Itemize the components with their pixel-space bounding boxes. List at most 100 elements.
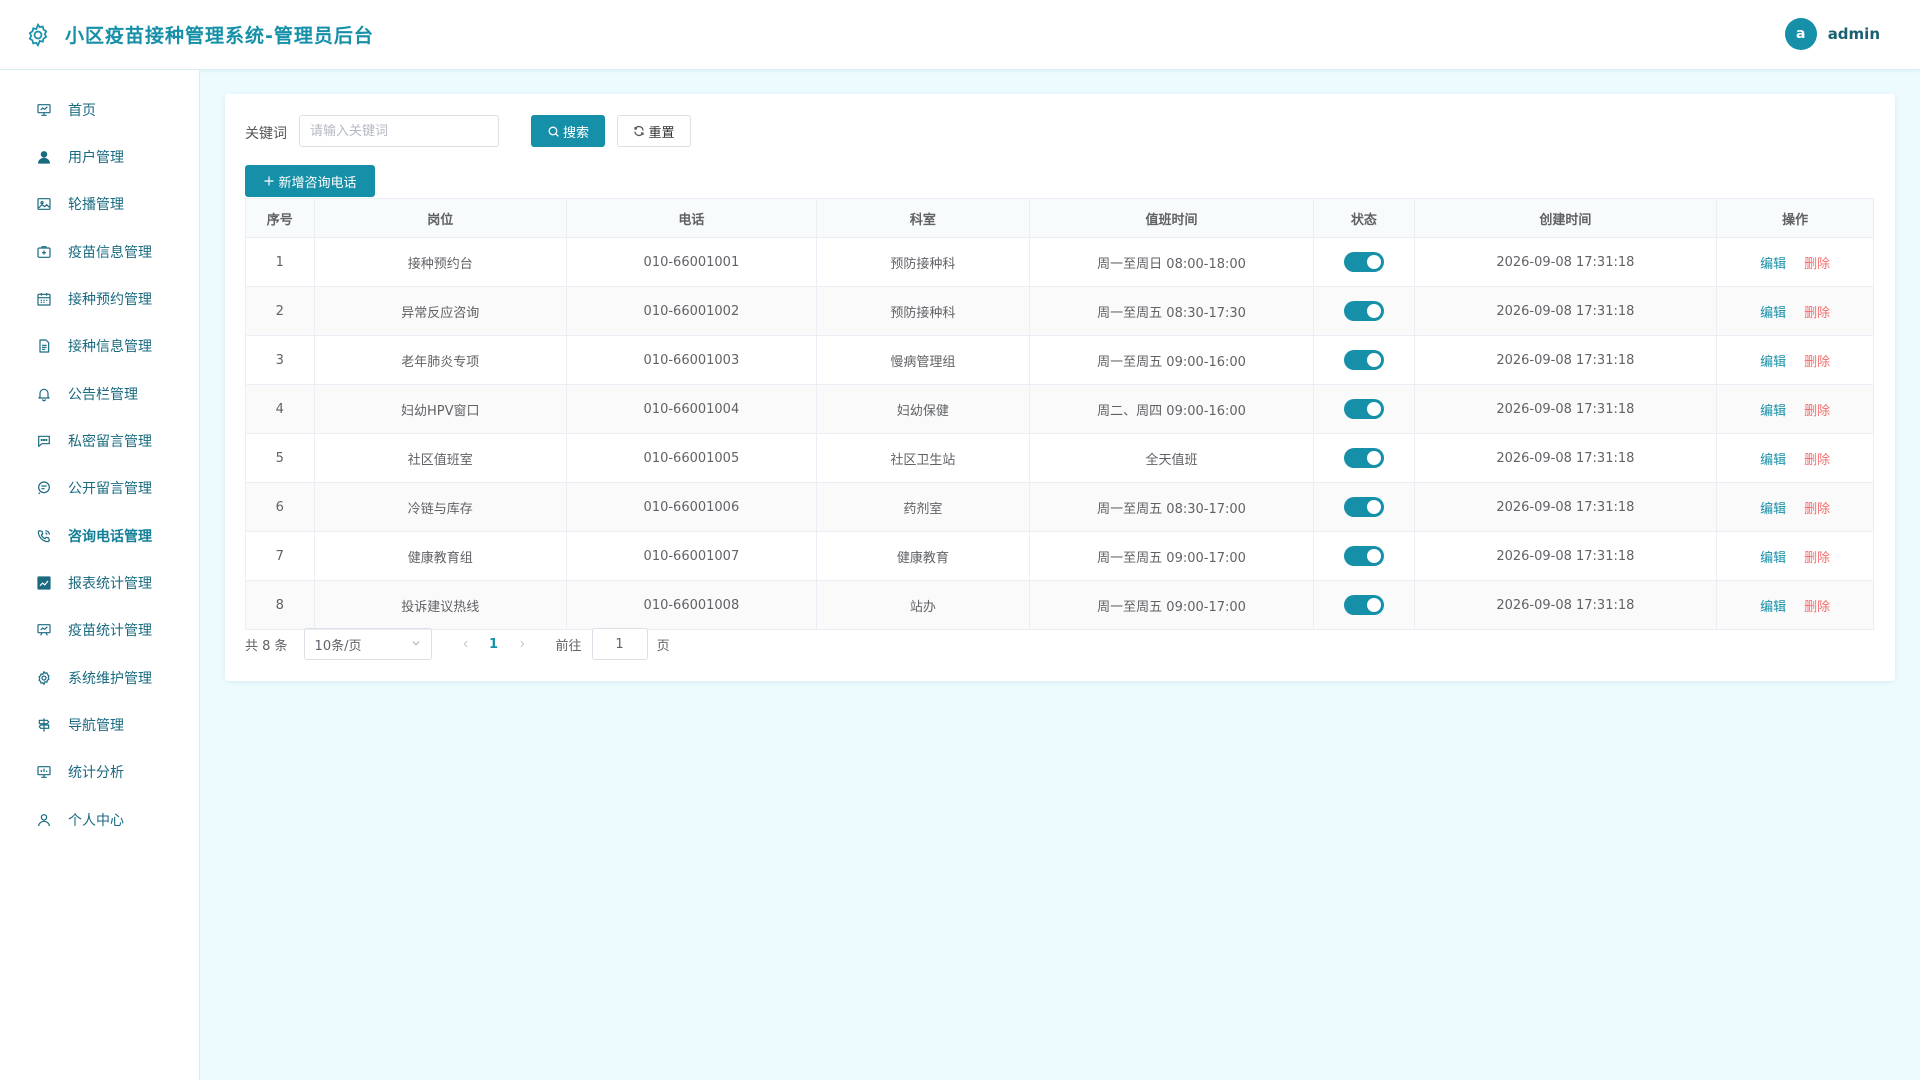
sidebar-item-label: 轮播管理 <box>68 197 124 213</box>
reset-button[interactable]: 重置 <box>617 115 691 147</box>
sidebar-item-13[interactable]: 系统维护管理 <box>0 658 200 698</box>
cell-post: 接种预约台 <box>313 237 567 287</box>
cell-status <box>1313 286 1415 336</box>
edit-button[interactable]: 编辑 <box>1760 551 1786 566</box>
prev-page-button[interactable] <box>454 639 478 649</box>
reset-button-label: 重置 <box>648 125 675 141</box>
toggle-knob <box>1366 598 1381 612</box>
sidebar-item-14[interactable]: 导航管理 <box>0 705 200 745</box>
delete-button[interactable]: 删除 <box>1804 257 1830 272</box>
user-menu[interactable]: a admin <box>1784 18 1880 50</box>
cell-dept: 慢病管理组 <box>815 335 1030 385</box>
sidebar-item-15[interactable]: 统计分析 <box>0 752 200 792</box>
status-toggle[interactable] <box>1343 595 1384 615</box>
page-number-current[interactable]: 1 <box>478 637 510 652</box>
delete-button[interactable]: 删除 <box>1804 453 1830 468</box>
sidebar-item-2[interactable]: 用户管理 <box>0 137 200 177</box>
total-count: 共 8 条 <box>245 638 288 654</box>
page-size-select[interactable]: 10条/页 <box>303 628 432 660</box>
user-outline-icon <box>36 812 52 828</box>
add-phone-button[interactable]: 新增咨询电话 <box>245 165 375 197</box>
status-toggle[interactable] <box>1343 252 1384 272</box>
chat-lines-icon <box>36 480 52 496</box>
cell-dept: 药剂室 <box>815 482 1030 532</box>
edit-button[interactable]: 编辑 <box>1760 257 1786 272</box>
medical-box-icon <box>36 244 52 260</box>
column-header: 创建时间 <box>1413 198 1718 238</box>
toggle-knob <box>1366 549 1381 563</box>
cell-created: 2026-09-08 17:31:18 <box>1413 384 1718 434</box>
status-toggle[interactable] <box>1343 546 1384 566</box>
cell-post: 妇幼HPV窗口 <box>313 384 567 434</box>
edit-button[interactable]: 编辑 <box>1760 453 1786 468</box>
status-toggle[interactable] <box>1343 399 1384 419</box>
status-toggle[interactable] <box>1343 497 1384 517</box>
sidebar-item-8[interactable]: 私密留言管理 <box>0 421 200 461</box>
gear-icon <box>25 22 51 48</box>
cell-duty: 周一至周五 09:00-17:00 <box>1028 531 1315 581</box>
presentation-chart-icon <box>36 102 52 118</box>
delete-button[interactable]: 删除 <box>1804 306 1830 321</box>
cell-index: 7 <box>245 531 315 581</box>
delete-button[interactable]: 删除 <box>1804 600 1830 615</box>
line-chart-icon <box>36 575 52 591</box>
sidebar-item-label: 公开留言管理 <box>68 481 152 497</box>
delete-button[interactable]: 删除 <box>1804 551 1830 566</box>
status-toggle[interactable] <box>1343 301 1384 321</box>
cell-phone: 010-66001008 <box>565 580 817 630</box>
status-toggle[interactable] <box>1343 448 1384 468</box>
sidebar-item-16[interactable]: 个人中心 <box>0 800 200 840</box>
cell-status <box>1313 433 1415 483</box>
cell-created: 2026-09-08 17:31:18 <box>1413 335 1718 385</box>
cell-duty: 周一至周五 08:30-17:30 <box>1028 286 1315 336</box>
sidebar-item-5[interactable]: 接种预约管理 <box>0 279 200 319</box>
gear-icon <box>36 670 52 686</box>
sidebar-item-11[interactable]: 报表统计管理 <box>0 563 200 603</box>
keyword-label: 关键词 <box>245 126 287 142</box>
sidebar-item-7[interactable]: 公告栏管理 <box>0 374 200 414</box>
cell-actions: 编辑 删除 <box>1716 433 1874 483</box>
cell-phone: 010-66001002 <box>565 286 817 336</box>
sidebar-item-6[interactable]: 接种信息管理 <box>0 326 200 366</box>
sidebar-item-label: 咨询电话管理 <box>68 529 152 545</box>
sidebar-item-3[interactable]: 轮播管理 <box>0 184 200 224</box>
cell-status <box>1313 384 1415 434</box>
cell-phone: 010-66001007 <box>565 531 817 581</box>
search-button[interactable]: 搜索 <box>531 115 605 147</box>
delete-button[interactable]: 删除 <box>1804 502 1830 517</box>
edit-button[interactable]: 编辑 <box>1760 404 1786 419</box>
status-toggle[interactable] <box>1343 350 1384 370</box>
cell-post: 异常反应咨询 <box>313 286 567 336</box>
goto-page-input[interactable] <box>591 628 648 660</box>
sidebar-item-10[interactable]: 咨询电话管理 <box>0 516 200 556</box>
cell-post: 冷链与库存 <box>313 482 567 532</box>
cell-phone: 010-66001005 <box>565 433 817 483</box>
edit-button[interactable]: 编辑 <box>1760 502 1786 517</box>
bell-icon <box>36 386 52 402</box>
sidebar-item-label: 统计分析 <box>68 765 124 781</box>
table-row: 4 妇幼HPV窗口 010-66001004 妇幼保健 周二、周四 09:00-16:0… <box>245 384 1874 434</box>
edit-button[interactable]: 编辑 <box>1760 355 1786 370</box>
sidebar-item-1[interactable]: 首页 <box>0 90 200 130</box>
sidebar-item-label: 系统维护管理 <box>68 671 152 687</box>
cell-created: 2026-09-08 17:31:18 <box>1413 286 1718 336</box>
cell-index: 8 <box>245 580 315 630</box>
edit-button[interactable]: 编辑 <box>1760 600 1786 615</box>
sidebar-item-label: 公告栏管理 <box>68 387 138 403</box>
sidebar-item-4[interactable]: 疫苗信息管理 <box>0 232 200 272</box>
avatar[interactable]: a <box>1784 18 1817 50</box>
page-size-value: 10条/页 <box>314 638 362 654</box>
edit-button[interactable]: 编辑 <box>1760 306 1786 321</box>
cell-post: 健康教育组 <box>313 531 567 581</box>
next-page-button[interactable] <box>510 639 534 649</box>
sidebar-item-9[interactable]: 公开留言管理 <box>0 468 200 508</box>
delete-button[interactable]: 删除 <box>1804 355 1830 370</box>
delete-button[interactable]: 删除 <box>1804 404 1830 419</box>
column-header: 科室 <box>815 198 1030 238</box>
keyword-input[interactable] <box>299 115 499 147</box>
cell-phone: 010-66001004 <box>565 384 817 434</box>
phone-icon <box>36 528 52 544</box>
signpost-icon <box>36 717 52 733</box>
username[interactable]: admin <box>1828 25 1880 43</box>
sidebar-item-12[interactable]: 疫苗统计管理 <box>0 610 200 650</box>
